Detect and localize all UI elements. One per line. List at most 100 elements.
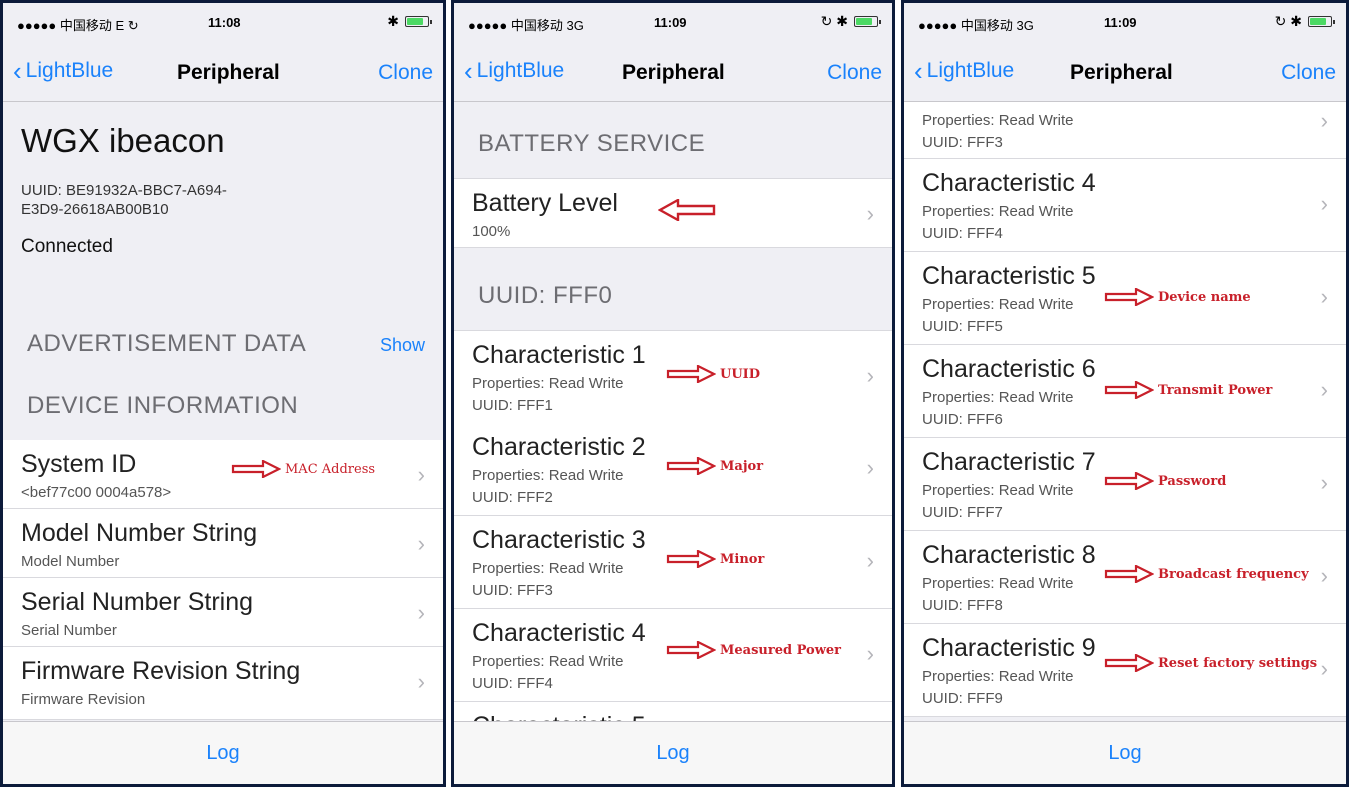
back-button[interactable]: ‹ LightBlue xyxy=(13,56,113,86)
bottom-toolbar: Log xyxy=(454,721,892,784)
row-title: Characteristic 3 xyxy=(472,526,646,554)
annotation-device-name: Device name xyxy=(1104,288,1251,306)
row-properties: Properties: Read Write xyxy=(922,575,1074,592)
red-arrow-left-icon xyxy=(658,199,716,221)
row-properties: Properties: Read Write xyxy=(922,296,1074,313)
battery-icon xyxy=(854,16,881,27)
nav-title: Peripheral xyxy=(177,61,280,84)
content-area[interactable]: BATTERY SERVICE Battery Level 100% › UUI… xyxy=(454,102,892,722)
row-title: Firmware Revision String xyxy=(21,657,301,685)
row-title: Characteristic 8 xyxy=(922,541,1096,569)
row-title: Battery Level xyxy=(472,189,618,217)
back-button[interactable]: ‹ LightBlue xyxy=(914,58,1014,84)
device-uuid-line1: UUID: BE91932A-BBC7-A694- xyxy=(21,182,227,199)
row-title: Characteristic 7 xyxy=(922,448,1096,476)
chevron-right-icon: › xyxy=(866,201,874,226)
battery-icon xyxy=(1308,16,1335,27)
status-bar: ●●●●● 中国移动 E ↻ 11:08 ✱ xyxy=(3,3,443,43)
list-item-characteristic-4[interactable]: Characteristic 4 Properties: Read Write … xyxy=(454,609,892,702)
content-area[interactable]: WGX ibeacon UUID: BE91932A-BBC7-A694- E3… xyxy=(3,102,443,722)
device-info-section-header: DEVICE INFORMATION xyxy=(27,392,299,419)
row-uuid: UUID: FFF4 xyxy=(922,225,1003,242)
list-item-characteristic-7[interactable]: Characteristic 7 Properties: Read Write … xyxy=(904,438,1346,531)
row-properties: Properties: Read Write xyxy=(922,668,1074,685)
bluetooth-icon: ✱ xyxy=(387,13,399,29)
list-item-characteristic-9[interactable]: Characteristic 9 Properties: Read Write … xyxy=(904,624,1346,717)
row-title: Characteristic 1 xyxy=(472,341,646,369)
list-item-characteristic-8[interactable]: Characteristic 8 Properties: Read Write … xyxy=(904,531,1346,624)
bluetooth-icon: ↻ ✱ xyxy=(1274,13,1302,29)
phone-screen-services: ●●●●● 中国移动 3G 11:09 ↻ ✱ ‹ LightBlue Perip… xyxy=(451,0,895,787)
chevron-right-icon: › xyxy=(1320,563,1328,588)
clock: 11:08 xyxy=(208,15,241,30)
row-subtitle: Serial Number xyxy=(21,622,117,639)
list-item-characteristic-6[interactable]: Characteristic 6 Properties: Read Write … xyxy=(904,345,1346,438)
red-arrow-icon xyxy=(1104,472,1154,490)
red-arrow-icon xyxy=(1104,565,1154,583)
row-subtitle: Firmware Revision xyxy=(21,691,146,708)
show-advertisement-button[interactable]: Show xyxy=(380,335,425,356)
row-uuid: UUID: FFF1 xyxy=(472,397,553,414)
list-item-characteristic-2[interactable]: Characteristic 2 Properties: Read Write … xyxy=(454,423,892,516)
annotation-mac-address: MAC Address xyxy=(231,460,375,478)
list-item-model-number[interactable]: Model Number String Model Number › xyxy=(3,509,443,578)
row-uuid: UUID: FFF3 xyxy=(922,134,1003,151)
log-button[interactable]: Log xyxy=(206,742,239,764)
row-properties: Properties: Read Write xyxy=(472,560,624,577)
list-item-characteristic-3-partial[interactable]: Properties: Read Write UUID: FFF3 › xyxy=(904,102,1346,159)
list-item-characteristic-3[interactable]: Characteristic 3 Properties: Read Write … xyxy=(454,516,892,609)
navigation-bar: ‹ LightBlue Peripheral Clone xyxy=(904,43,1346,102)
red-arrow-icon xyxy=(231,460,281,478)
row-title: Serial Number String xyxy=(21,588,254,616)
red-arrow-icon xyxy=(1104,654,1154,672)
log-button[interactable]: Log xyxy=(656,742,689,764)
status-bar: ●●●●● 中国移动 3G 11:09 ↻ ✱ xyxy=(454,3,892,43)
list-item-characteristic-4[interactable]: Characteristic 4 Properties: Read Write … xyxy=(904,159,1346,252)
phone-screen-device-info: ●●●●● 中国移动 E ↻ 11:08 ✱ ‹ LightBlue Periph… xyxy=(0,0,446,787)
device-name: WGX ibeacon xyxy=(21,122,225,159)
list-item-battery-level[interactable]: Battery Level 100% › xyxy=(454,178,892,248)
row-properties: Properties: Read Write xyxy=(472,653,624,670)
device-uuid-line2: E3D9-26618AB00B10 xyxy=(21,201,169,218)
navigation-bar: ‹ LightBlue Peripheral Clone xyxy=(3,43,443,102)
log-button[interactable]: Log xyxy=(1108,742,1141,764)
clone-button[interactable]: Clone xyxy=(1281,61,1336,85)
row-uuid: UUID: FFF4 xyxy=(472,675,553,692)
clock: 11:09 xyxy=(654,15,687,30)
list-item-characteristic-5[interactable]: Characteristic 5 Properties: Read Write … xyxy=(904,252,1346,345)
red-arrow-icon xyxy=(666,457,716,475)
back-button[interactable]: ‹ LightBlue xyxy=(464,56,564,86)
navigation-bar: ‹ LightBlue Peripheral Clone xyxy=(454,43,892,102)
bottom-toolbar: Log xyxy=(3,721,443,784)
list-item-firmware-revision[interactable]: Firmware Revision String Firmware Revisi… xyxy=(3,647,443,720)
annotation-minor: Minor xyxy=(666,550,764,568)
row-title: Characteristic 9 xyxy=(922,634,1096,662)
annotation-transmit-power: Transmit Power xyxy=(1104,381,1272,399)
chevron-right-icon: › xyxy=(1320,656,1328,681)
row-title: Characteristic 4 xyxy=(472,619,646,647)
chevron-left-icon: ‹ xyxy=(464,56,473,86)
clone-button[interactable]: Clone xyxy=(827,61,882,85)
content-area[interactable]: Properties: Read Write UUID: FFF3 › Char… xyxy=(904,102,1346,722)
bluetooth-icon: ↻ ✱ xyxy=(820,13,848,29)
chevron-right-icon: › xyxy=(1320,377,1328,402)
nav-title: Peripheral xyxy=(622,61,725,84)
clone-button[interactable]: Clone xyxy=(378,61,433,85)
row-properties: Properties: Read Write xyxy=(922,112,1074,129)
carrier-label: ●●●●● 中国移动 3G xyxy=(468,18,584,33)
service-fff0-header: UUID: FFF0 xyxy=(478,282,613,309)
chevron-right-icon: › xyxy=(1320,470,1328,495)
list-item-system-id[interactable]: System ID <bef77c00 0004a578> › MAC Addr… xyxy=(3,440,443,509)
chevron-right-icon: › xyxy=(1320,108,1328,133)
list-item-serial-number[interactable]: Serial Number String Serial Number › xyxy=(3,578,443,647)
row-title: Model Number String xyxy=(21,519,258,547)
row-uuid: UUID: FFF9 xyxy=(922,690,1003,707)
row-title: Characteristic 4 xyxy=(922,169,1096,197)
list-item-characteristic-1[interactable]: Characteristic 1 Properties: Read Write … xyxy=(454,330,892,424)
status-bar: ●●●●● 中国移动 3G 11:09 ↻ ✱ xyxy=(904,3,1346,43)
advertisement-section-header: ADVERTISEMENT DATA xyxy=(27,330,307,357)
list-item-characteristic-5[interactable]: Characteristic 5 xyxy=(454,702,892,722)
battery-icon xyxy=(405,16,432,27)
chevron-left-icon: ‹ xyxy=(13,56,22,86)
chevron-right-icon: › xyxy=(417,600,425,625)
